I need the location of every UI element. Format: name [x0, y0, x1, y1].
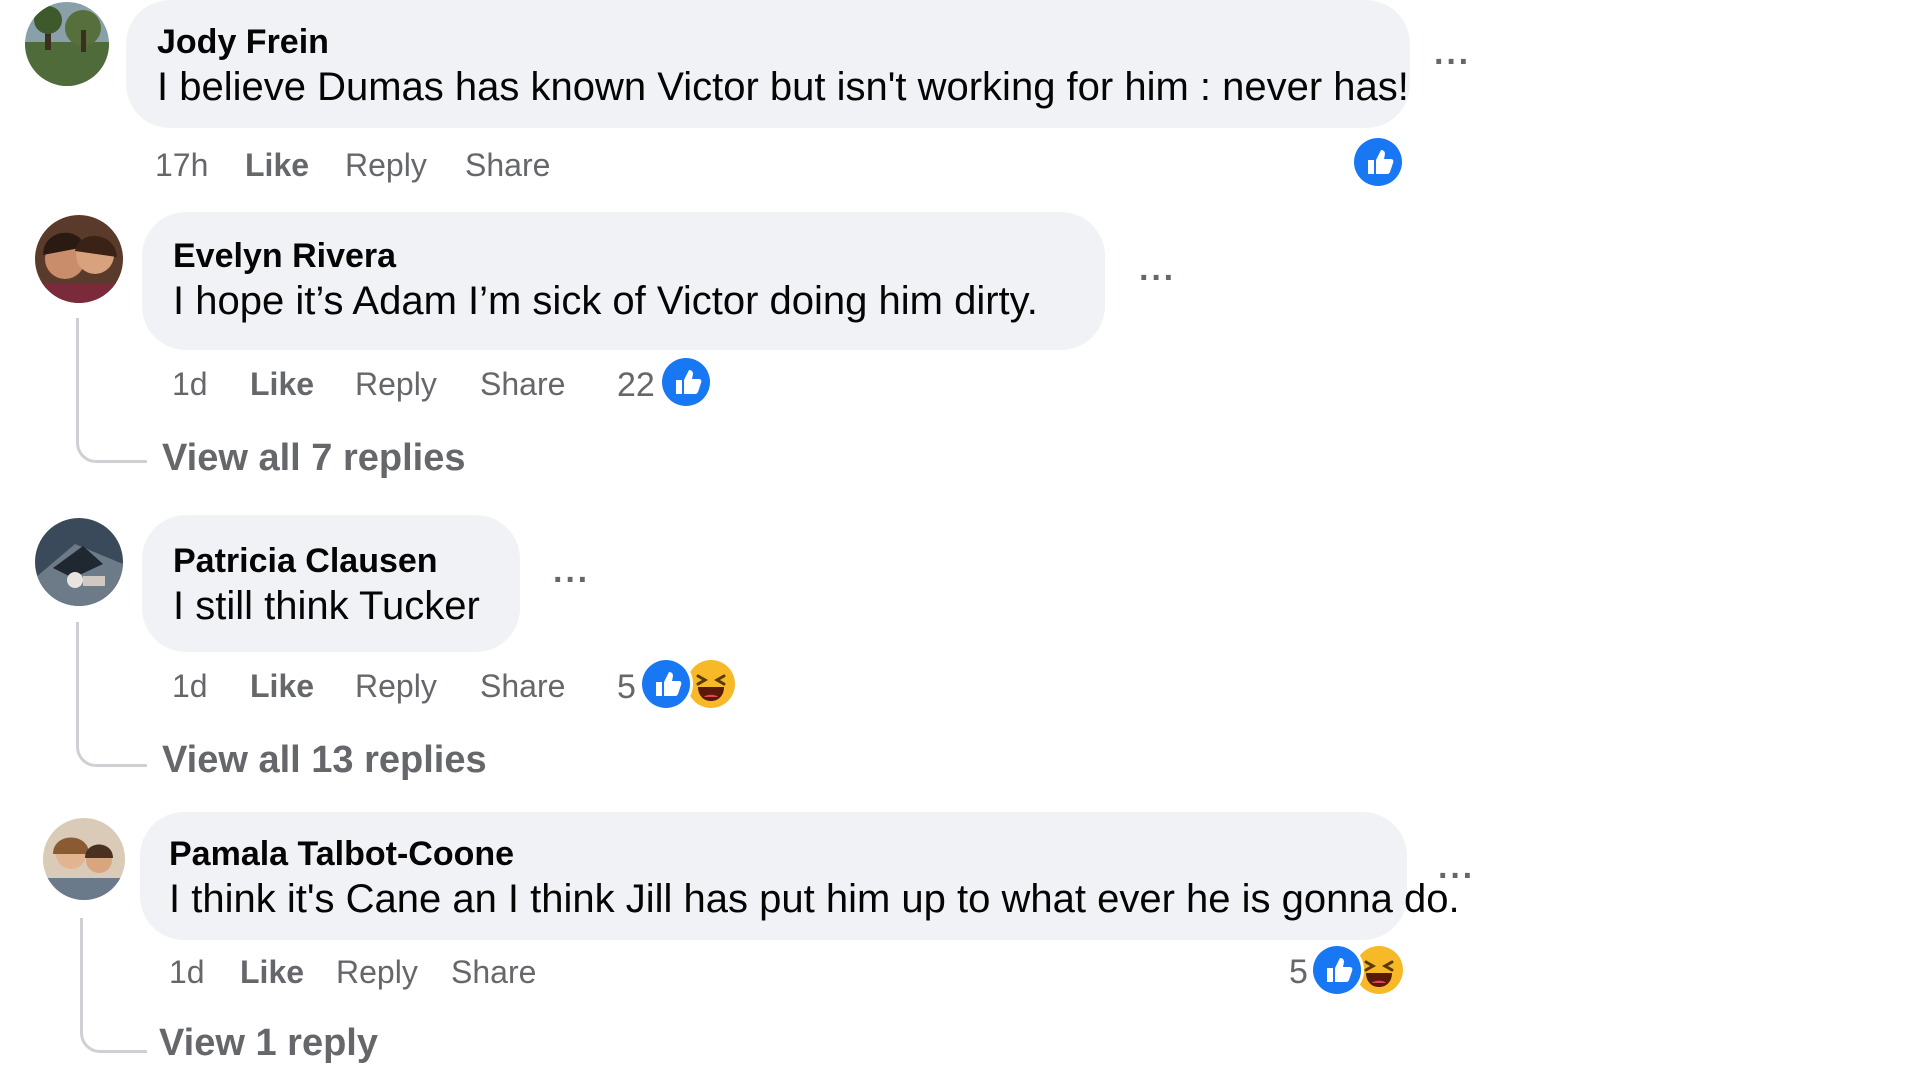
reply-button[interactable]: Reply — [355, 364, 437, 404]
share-button[interactable]: Share — [451, 952, 536, 992]
more-options-icon[interactable]: ··· — [1434, 45, 1471, 79]
like-icon[interactable] — [639, 657, 693, 711]
like-button[interactable]: Like — [250, 666, 314, 706]
thread-connector — [76, 318, 147, 463]
avatar[interactable] — [25, 2, 109, 86]
comment-text: I believe Dumas has known Victor but isn… — [157, 65, 1409, 109]
comment-author[interactable]: Evelyn Rivera — [173, 236, 1075, 276]
like-icon[interactable] — [1310, 943, 1364, 997]
avatar[interactable] — [35, 518, 123, 606]
comment-author[interactable]: Patricia Clausen — [173, 541, 490, 581]
view-replies-link[interactable]: View all 7 replies — [162, 435, 465, 481]
comment-text: I hope it’s Adam I’m sick of Victor doin… — [173, 279, 1038, 323]
comment-time[interactable]: 17h — [155, 145, 208, 185]
more-options-icon[interactable]: ··· — [553, 563, 590, 597]
share-button[interactable]: Share — [480, 666, 565, 706]
comment-time[interactable]: 1d — [172, 364, 208, 404]
comment-time[interactable]: 1d — [172, 666, 208, 706]
reply-button[interactable]: Reply — [345, 145, 427, 185]
like-button[interactable]: Like — [245, 145, 309, 185]
reply-button[interactable]: Reply — [355, 666, 437, 706]
share-button[interactable]: Share — [465, 145, 550, 185]
share-button[interactable]: Share — [480, 364, 565, 404]
like-button[interactable]: Like — [240, 952, 304, 992]
comment-text: I think it's Cane an I think Jill has pu… — [169, 877, 1460, 921]
avatar[interactable] — [43, 818, 125, 900]
comment-patricia-clausen: Patricia Clausen I still think Tucker ··… — [0, 512, 1920, 802]
comment-pamala-talbot-coone: Pamala Talbot-Coone I think it's Cane an… — [0, 812, 1920, 1080]
like-icon[interactable] — [659, 355, 713, 409]
reaction-count[interactable]: 5 — [617, 667, 636, 707]
comment-bubble: Evelyn Rivera I hope it’s Adam I’m sick … — [142, 212, 1105, 350]
thread-connector — [76, 622, 147, 767]
avatar[interactable] — [35, 215, 123, 303]
view-replies-link[interactable]: View 1 reply — [159, 1020, 378, 1066]
comment-author[interactable]: Jody Frein — [157, 22, 1380, 62]
more-options-icon[interactable]: ··· — [1139, 261, 1176, 295]
comment-bubble: Pamala Talbot-Coone I think it's Cane an… — [140, 812, 1460, 940]
reply-button[interactable]: Reply — [336, 952, 418, 992]
comment-author[interactable]: Pamala Talbot-Coone — [169, 834, 1377, 874]
reaction-count[interactable]: 5 — [1289, 952, 1308, 992]
more-options-icon[interactable]: ··· — [1438, 859, 1475, 893]
comment-jody-frein: Jody Frein I believe Dumas has known Vic… — [0, 0, 1920, 210]
comment-bubble: Jody Frein I believe Dumas has known Vic… — [126, 0, 1410, 128]
like-icon[interactable] — [1351, 135, 1405, 189]
comment-text: I still think Tucker — [173, 584, 480, 628]
like-button[interactable]: Like — [250, 364, 314, 404]
view-replies-link[interactable]: View all 13 replies — [162, 737, 487, 783]
comment-bubble: Patricia Clausen I still think Tucker — [142, 515, 520, 652]
comment-time[interactable]: 1d — [169, 952, 205, 992]
comment-evelyn-rivera: Evelyn Rivera I hope it’s Adam I’m sick … — [0, 210, 1920, 500]
thread-connector — [80, 918, 147, 1053]
reaction-count[interactable]: 22 — [617, 365, 655, 405]
